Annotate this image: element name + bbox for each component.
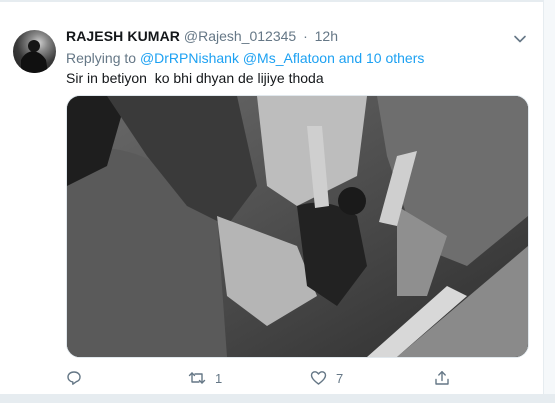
tweet-text: Sir in betiyon ko bhi dhyan de lijiye th… — [66, 70, 324, 86]
like-count: 7 — [336, 370, 344, 386]
avatar-silhouette-icon — [21, 40, 48, 73]
chevron-down-icon[interactable] — [513, 32, 527, 46]
retweet-icon — [188, 372, 206, 384]
replying-to-label: Replying to — [66, 50, 137, 66]
like-icon — [310, 371, 327, 385]
retweet-count: 1 — [215, 370, 223, 386]
tweet-photo[interactable] — [66, 95, 529, 358]
tweet-card[interactable]: RAJESH KUMAR @Rajesh_012345 · 12h Replyi… — [0, 2, 543, 394]
reply-button[interactable] — [66, 368, 91, 388]
separator-dot: · — [303, 28, 308, 44]
tweet-header: RAJESH KUMAR @Rajesh_012345 · 12h — [66, 28, 338, 46]
retweet-button[interactable]: 1 — [188, 368, 222, 388]
avatar[interactable] — [13, 30, 56, 73]
timeline-bottom-border — [0, 394, 555, 403]
tweet-actions: 1 7 — [66, 368, 466, 388]
author-name[interactable]: RAJESH KUMAR — [66, 28, 180, 44]
like-button[interactable]: 7 — [310, 368, 343, 388]
share-button[interactable] — [434, 368, 459, 388]
timeline-right-gutter — [543, 0, 555, 403]
replying-to-line: Replying to @DrRPNishank @Ms_Aflatoon an… — [66, 50, 424, 66]
share-icon — [435, 371, 449, 385]
replying-to-mentions[interactable]: @DrRPNishank @Ms_Aflatoon and 10 others — [140, 50, 424, 66]
photo-black-and-white-icon — [67, 96, 528, 357]
tweet-timestamp[interactable]: 12h — [315, 28, 338, 44]
author-handle[interactable]: @Rajesh_012345 — [184, 28, 296, 44]
reply-icon — [67, 371, 81, 385]
